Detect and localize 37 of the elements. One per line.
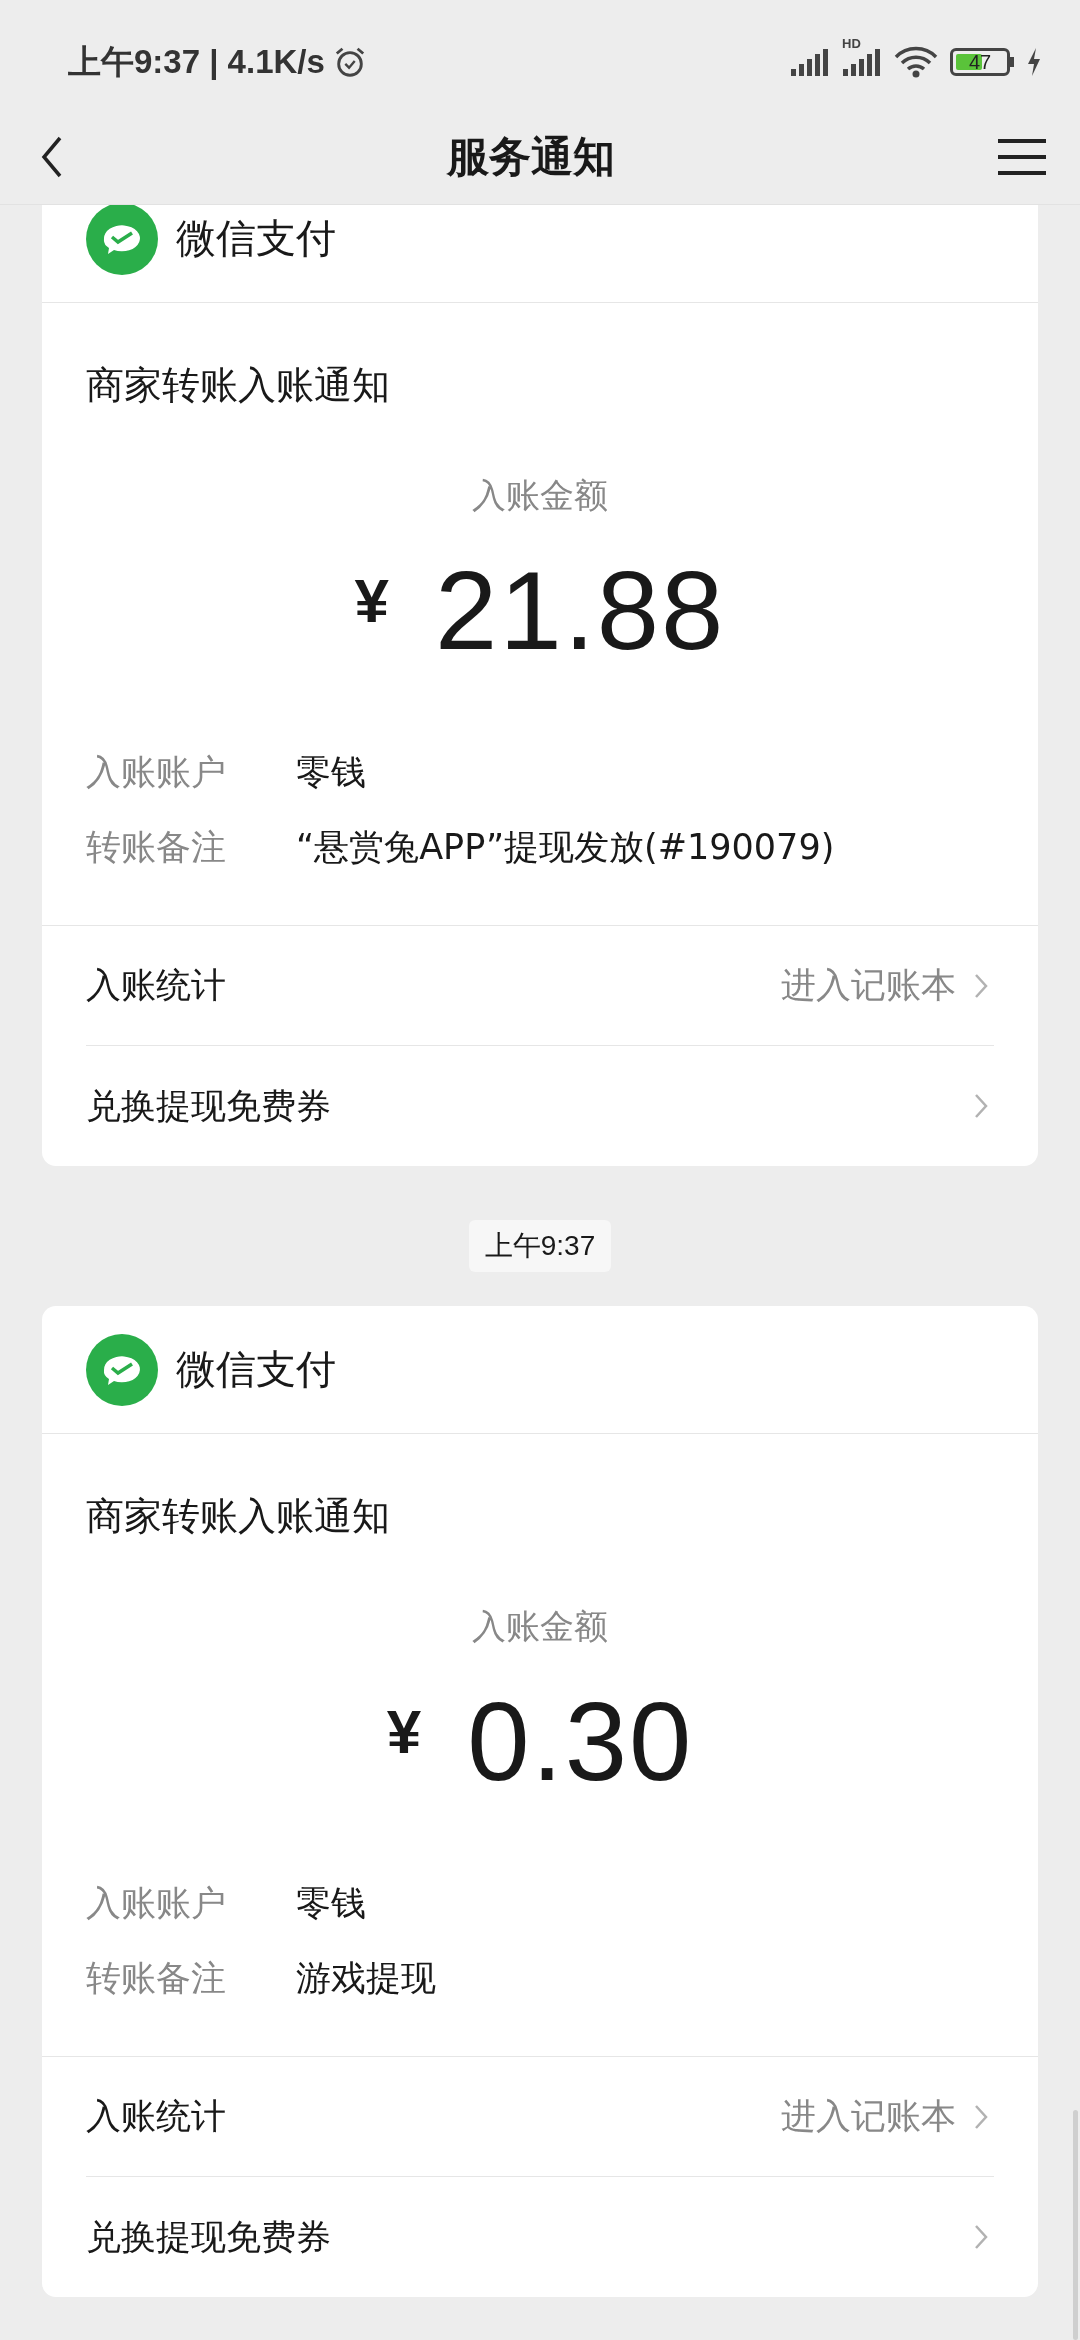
page-title: 服务通知 xyxy=(447,131,615,183)
field-value: 游戏提现 xyxy=(296,1957,436,2000)
back-icon[interactable] xyxy=(40,135,64,179)
field-label: 入账账户 xyxy=(86,1882,227,1925)
currency-symbol: ¥ xyxy=(386,1695,422,1767)
wallet-logo-icon xyxy=(86,1333,158,1406)
field-value: 零钱 xyxy=(296,1882,366,1925)
chevron-right-icon xyxy=(974,2224,988,2250)
timestamp: 上午9:37 xyxy=(468,1220,612,1272)
field-value: 零钱 xyxy=(296,751,366,794)
signal-icon xyxy=(790,47,830,77)
notification-title: 商家转账入账通知 xyxy=(86,1493,391,1540)
menu-icon[interactable] xyxy=(998,137,1046,177)
signal-icon xyxy=(842,47,882,77)
currency-symbol: ¥ xyxy=(354,564,390,636)
link-row[interactable]: 入账统计 进入记账本 xyxy=(86,926,994,1046)
field-value: “悬赏兔APP”提现发放(#190079) xyxy=(296,826,835,869)
link-row[interactable]: 兑换提现免费券 xyxy=(86,1046,994,1166)
field-label: 转账备注 xyxy=(86,826,227,869)
sender-name: 微信支付 xyxy=(176,214,336,263)
chevron-right-icon xyxy=(974,1093,988,1119)
chevron-right-icon xyxy=(974,2103,988,2130)
notification-title: 商家转账入账通知 xyxy=(86,362,391,409)
charging-icon xyxy=(1026,47,1042,77)
network-label: HD xyxy=(842,37,861,50)
field-label: 入账账户 xyxy=(86,751,227,794)
link-row[interactable]: 入账统计 进入记账本 xyxy=(86,2057,994,2177)
wifi-icon xyxy=(894,45,938,79)
sender-name: 微信支付 xyxy=(176,1345,336,1394)
status-time: 上午9:37 | 4.1K/s xyxy=(68,41,325,82)
amount-label: 入账金额 xyxy=(471,1605,609,1648)
amount: 21.88 xyxy=(435,546,726,675)
link-row[interactable]: 兑换提现免费券 xyxy=(86,2177,994,2297)
amount-label: 入账金额 xyxy=(471,474,609,517)
chevron-right-icon xyxy=(974,972,988,999)
field-label: 转账备注 xyxy=(86,1957,227,2000)
amount: 0.30 xyxy=(467,1677,694,1806)
